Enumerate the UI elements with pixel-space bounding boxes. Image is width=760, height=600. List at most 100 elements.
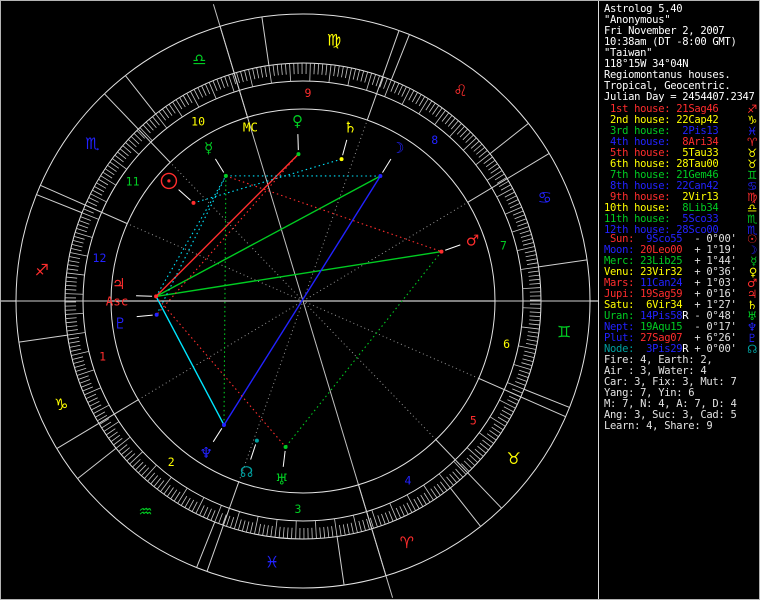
degree-tick — [503, 406, 514, 413]
degree-tick — [356, 69, 361, 81]
degree-tick — [402, 504, 409, 515]
mars-icon: ♂ — [466, 232, 479, 250]
degree-tick — [195, 497, 205, 514]
degree-tick — [381, 513, 386, 525]
degree-tick — [529, 311, 541, 313]
degree-tick — [360, 70, 365, 82]
zodiac-sign-icon: ♉ — [507, 449, 521, 468]
degree-tick — [125, 142, 140, 155]
degree-tick — [184, 497, 191, 508]
degree-tick — [220, 77, 225, 89]
house-cusp-spoke — [366, 30, 400, 121]
degree-tick — [79, 379, 91, 384]
line — [489, 122, 529, 155]
degree-tick — [397, 84, 404, 96]
info-sidebar: Astrolog 5.40 "Anonymous" Fri November 2, … — [604, 1, 757, 599]
degree-tick — [67, 264, 79, 267]
degree-tick — [514, 214, 525, 220]
degree-tick — [170, 489, 178, 500]
degree-tick — [383, 78, 388, 89]
line — [77, 447, 117, 480]
degree-tick — [523, 354, 535, 359]
degree-tick — [406, 502, 413, 513]
degree-tick — [175, 99, 183, 110]
degree-tick — [375, 75, 380, 87]
uran-icon: ♅ — [275, 471, 288, 489]
degree-tick — [331, 526, 334, 538]
degree-tick — [508, 395, 520, 402]
planet-position-dot — [221, 422, 226, 427]
degree-tick — [199, 505, 205, 516]
degree-tick — [165, 106, 173, 116]
degree-tick — [358, 520, 362, 532]
degree-tick — [388, 510, 394, 522]
degree-tick — [216, 79, 222, 90]
degree-tick — [177, 487, 188, 504]
degree-tick — [527, 331, 539, 334]
degree-tick — [262, 524, 265, 536]
degree-tick — [67, 268, 79, 271]
zodiac-sign-icon: ♎ — [192, 50, 206, 69]
house-number: 4 — [404, 474, 411, 488]
degree-tick — [66, 276, 78, 279]
zodiac-sign-icon: ♈ — [400, 533, 414, 552]
degree-tick — [71, 243, 83, 248]
degree-tick — [244, 70, 248, 82]
planet-position-dot — [154, 294, 159, 299]
line — [261, 16, 270, 66]
degree-tick — [76, 227, 87, 233]
degree-tick — [268, 65, 272, 84]
house-cusp-spoke — [435, 439, 502, 509]
degree-tick — [406, 494, 416, 511]
degree-tick — [507, 399, 518, 405]
line — [124, 75, 157, 115]
degree-tick — [286, 527, 289, 539]
degree-tick — [139, 127, 153, 141]
aspect-line — [285, 251, 442, 448]
degree-tick — [494, 173, 505, 181]
degree-tick — [65, 293, 84, 295]
degree-tick — [313, 63, 315, 75]
degree-tick — [179, 97, 186, 108]
degree-tick — [295, 520, 297, 539]
degree-tick — [522, 358, 534, 363]
house-number: 1 — [99, 349, 106, 363]
panel-divider — [598, 1, 599, 599]
house-number: 9 — [305, 86, 312, 100]
degree-tick — [513, 364, 531, 371]
degree-tick — [389, 503, 398, 520]
degree-tick — [74, 364, 86, 368]
degree-tick — [75, 231, 93, 238]
degree-tick — [166, 487, 174, 497]
header-line: Julian Day = 2454407.2347 — [604, 91, 755, 103]
degree-tick — [168, 104, 176, 114]
aspect-line — [193, 158, 342, 204]
degree-tick — [104, 168, 115, 176]
house-number: 6 — [503, 337, 510, 351]
degree-tick — [72, 356, 84, 360]
degree-tick — [516, 377, 528, 382]
degree-tick — [291, 527, 293, 539]
degree-tick — [499, 399, 516, 409]
house-cusp-spoke — [104, 93, 171, 163]
degree-tick — [260, 66, 264, 78]
house-cusp-spoke — [358, 484, 387, 576]
zodiac-sign-icon: ♓ — [265, 553, 279, 572]
degree-tick — [328, 64, 332, 83]
planet-position-dot — [191, 200, 196, 205]
degree-tick — [240, 71, 244, 83]
degree-tick — [334, 518, 338, 537]
house-number: 8 — [431, 133, 438, 147]
degree-tick — [65, 317, 77, 319]
degree-tick — [517, 246, 535, 252]
degree-tick — [65, 280, 77, 283]
degree-tick — [519, 230, 531, 235]
degree-tick — [87, 397, 98, 403]
degree-tick — [241, 520, 246, 532]
degree-tick — [190, 91, 200, 108]
degree-tick — [432, 105, 440, 115]
degree-tick — [68, 340, 80, 344]
degree-tick — [204, 83, 211, 95]
degree-tick — [371, 74, 377, 85]
house-number: 3 — [295, 502, 302, 516]
